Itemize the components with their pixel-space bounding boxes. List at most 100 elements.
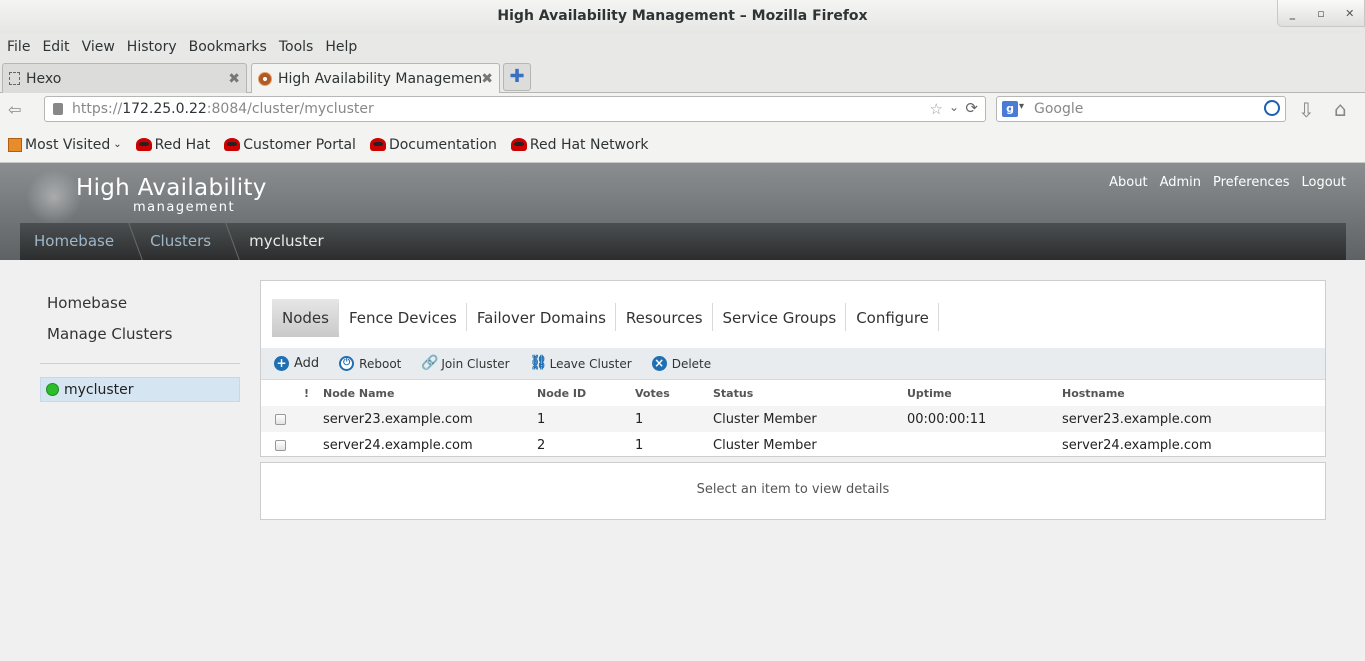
chevron-down-icon[interactable]: ⌄ xyxy=(949,100,959,114)
leave-cluster-button[interactable]: ⛓ Leave Cluster xyxy=(530,356,632,371)
delete-icon: × xyxy=(651,356,667,371)
redhat-icon xyxy=(135,138,152,151)
close-window-button[interactable]: ✕ xyxy=(1335,0,1364,26)
details-panel: Select an item to view details xyxy=(260,462,1326,520)
column-header-votes[interactable]: Votes xyxy=(635,380,713,406)
nodes-panel: Nodes Fence Devices Failover Domains Res… xyxy=(260,280,1326,457)
node-name: server24.example.com xyxy=(323,437,473,453)
breadcrumb: Homebase Clusters mycluster xyxy=(20,223,1346,260)
delete-button[interactable]: × Delete xyxy=(651,356,711,371)
menu-bookmarks[interactable]: Bookmarks xyxy=(183,33,273,61)
column-header-uptime[interactable]: Uptime xyxy=(907,380,1062,406)
folder-icon xyxy=(8,137,22,152)
table-row[interactable]: server23.example.com 1 1 Cluster Member … xyxy=(261,406,1325,432)
node-hostname: server23.example.com xyxy=(1062,406,1325,432)
tab-configure[interactable]: Configure xyxy=(846,299,939,337)
breadcrumb-current: mycluster xyxy=(249,232,324,250)
tab-fence-devices[interactable]: Fence Devices xyxy=(339,299,467,337)
reboot-button[interactable]: ⏻ Reboot xyxy=(339,356,401,371)
cluster-tabs: Nodes Fence Devices Failover Domains Res… xyxy=(272,299,939,337)
tab-nodes[interactable]: Nodes xyxy=(272,299,339,337)
tab-label: High Availability Management xyxy=(278,71,482,87)
tab-failover-domains[interactable]: Failover Domains xyxy=(467,299,616,337)
node-votes: 1 xyxy=(635,406,713,432)
page-body: Homebase Manage Clusters mycluster Nodes… xyxy=(20,260,1346,661)
status-ok-icon xyxy=(46,383,59,396)
navigation-bar: ⇦ https://172.25.0.22:8084/cluster/myclu… xyxy=(0,93,1365,127)
admin-link[interactable]: Admin xyxy=(1160,175,1201,190)
new-tab-button[interactable]: ✚ xyxy=(503,63,531,91)
search-bar[interactable]: g ▾ Google xyxy=(996,96,1286,122)
menu-tools[interactable]: Tools xyxy=(273,33,320,61)
preferences-link[interactable]: Preferences xyxy=(1213,175,1289,190)
bookmark-red-hat-network[interactable]: Red Hat Network xyxy=(510,137,648,153)
sidebar-item-manage-clusters[interactable]: Manage Clusters xyxy=(47,325,172,343)
column-header-status[interactable]: Status xyxy=(713,380,907,406)
sidebar-item-homebase[interactable]: Homebase xyxy=(47,294,127,312)
bookmark-customer-portal[interactable]: Customer Portal xyxy=(224,137,356,153)
tab-resources[interactable]: Resources xyxy=(616,299,713,337)
row-checkbox[interactable] xyxy=(275,439,286,451)
tab-bar: Hexo ✖ High Availability Management ✖ ✚ xyxy=(0,61,1365,94)
search-engine-icon[interactable]: g xyxy=(1002,101,1018,117)
search-icon[interactable] xyxy=(1264,100,1280,116)
logo-icon xyxy=(26,169,82,225)
nodes-table: ! Node Name Node ID Votes Status Uptime … xyxy=(261,380,1325,458)
reload-icon[interactable]: ⟳ xyxy=(965,99,978,117)
app-header: High Availability management About Admin… xyxy=(0,163,1365,260)
redhat-icon xyxy=(510,138,527,151)
node-toolbar: + Add ⏻ Reboot 🔗 Join Cluster ⛓ Leave Cluste… xyxy=(261,348,1325,380)
breadcrumb-homebase[interactable]: Homebase xyxy=(20,223,136,260)
breadcrumb-clusters[interactable]: Clusters xyxy=(136,223,233,260)
back-arrow-icon[interactable]: ⇦ xyxy=(8,100,30,120)
row-checkbox[interactable] xyxy=(275,413,286,425)
menu-file[interactable]: File xyxy=(0,33,36,61)
close-tab-icon[interactable]: ✖ xyxy=(481,71,493,87)
plus-icon: + xyxy=(274,356,289,371)
node-votes: 1 xyxy=(635,437,644,453)
url-bar[interactable]: https://172.25.0.22:8084/cluster/myclust… xyxy=(44,96,986,122)
menu-history[interactable]: History xyxy=(121,33,183,61)
column-header-hostname[interactable]: Hostname xyxy=(1062,380,1325,406)
divider xyxy=(40,363,240,364)
lock-icon xyxy=(53,103,63,115)
chevron-down-icon[interactable]: ▾ xyxy=(1019,101,1024,112)
menu-help[interactable]: Help xyxy=(319,33,363,61)
top-links: About Admin Preferences Logout xyxy=(1109,175,1346,190)
bookmark-red-hat[interactable]: Red Hat xyxy=(135,137,210,153)
close-tab-icon[interactable]: ✖ xyxy=(228,71,240,87)
table-row[interactable]: server24.example.com 2 1 Cluster Member … xyxy=(261,432,1325,458)
logout-link[interactable]: Logout xyxy=(1301,175,1346,190)
menu-bar: File Edit View History Bookmarks Tools H… xyxy=(0,33,1365,61)
tab-ha-management[interactable]: High Availability Management ✖ xyxy=(251,63,500,94)
url-text[interactable]: https://172.25.0.22:8084/cluster/myclust… xyxy=(72,97,374,121)
bookmark-star-icon[interactable]: ☆ xyxy=(930,100,943,118)
search-input[interactable]: Google xyxy=(1034,97,1083,121)
bookmark-most-visited[interactable]: Most Visited ⌄ xyxy=(8,137,122,153)
chevron-down-icon: ⌄ xyxy=(113,139,122,150)
node-status: Cluster Member xyxy=(713,437,817,453)
menu-view[interactable]: View xyxy=(76,33,121,61)
power-icon: ⏻ xyxy=(339,356,355,371)
column-header-node-name[interactable]: Node Name xyxy=(323,380,537,406)
add-button[interactable]: + Add xyxy=(274,356,319,371)
maximize-button[interactable]: ▫ xyxy=(1307,0,1336,26)
minimize-button[interactable]: _ xyxy=(1278,0,1307,26)
node-id: 2 xyxy=(537,437,546,453)
bookmarks-toolbar: Most Visited ⌄ Red Hat Customer Portal Do… xyxy=(0,127,1365,163)
node-id: 1 xyxy=(537,406,635,432)
download-icon[interactable]: ⇩ xyxy=(1298,98,1315,122)
join-cluster-button[interactable]: 🔗 Join Cluster xyxy=(421,356,509,371)
bookmark-documentation[interactable]: Documentation xyxy=(369,137,497,153)
tab-hexo[interactable]: Hexo ✖ xyxy=(2,63,247,93)
link-icon: 🔗 xyxy=(421,355,439,371)
home-icon[interactable]: ⌂ xyxy=(1334,97,1347,121)
column-header-node-id[interactable]: Node ID xyxy=(537,380,635,406)
broken-link-icon: ⛓ xyxy=(529,355,548,371)
about-link[interactable]: About xyxy=(1109,175,1147,190)
sidebar-item-mycluster[interactable]: mycluster xyxy=(40,377,240,402)
node-uptime: 00:00:00:11 xyxy=(907,406,1062,432)
menu-edit[interactable]: Edit xyxy=(36,33,75,61)
tab-service-groups[interactable]: Service Groups xyxy=(713,299,847,337)
window-title: High Availability Management – Mozilla F… xyxy=(497,8,868,24)
